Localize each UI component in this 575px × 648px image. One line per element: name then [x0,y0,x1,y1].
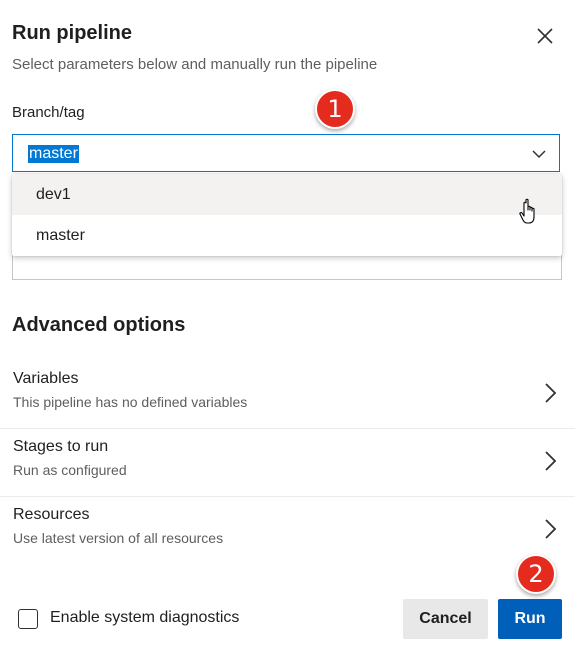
panel-title: Run pipeline [12,22,132,44]
annotation-badge-2: 2 [516,554,556,594]
run-pipeline-panel: Run pipeline Select parameters below and… [0,0,575,648]
option-row-resources[interactable]: Resources Use latest version of all reso… [0,498,575,564]
option-row-variables[interactable]: Variables This pipeline has no defined v… [0,362,575,429]
run-button[interactable]: Run [498,599,562,639]
annotation-badge-1: 1 [315,89,355,129]
hand-cursor-icon [519,198,535,224]
option-description: This pipeline has no defined variables [13,394,248,410]
option-row-stages-to-run[interactable]: Stages to run Run as configured [0,430,575,497]
option-title: Resources [13,506,90,523]
option-description: Use latest version of all resources [13,530,224,546]
branch-selected-value[interactable]: master [28,145,79,163]
system-diagnostics-label[interactable]: Enable system diagnostics [50,609,239,627]
chevron-right-icon [545,383,557,403]
option-description: Run as configured [13,462,127,478]
chevron-right-icon [545,451,557,471]
chevron-right-icon [545,519,557,539]
branch-tag-select[interactable]: master [12,134,560,172]
system-diagnostics-checkbox[interactable] [18,609,38,629]
chevron-down-icon[interactable] [531,146,547,162]
close-button[interactable] [533,24,557,48]
advanced-options-heading: Advanced options [12,314,186,336]
branch-dropdown-list: dev1 master [12,174,562,256]
option-title: Variables [13,370,79,387]
cancel-button[interactable]: Cancel [403,599,488,639]
dropdown-option-dev1[interactable]: dev1 [12,174,562,215]
option-title: Stages to run [13,438,109,455]
close-icon [537,28,553,44]
panel-subtitle: Select parameters below and manually run… [12,56,378,73]
dropdown-option-master[interactable]: master [12,215,562,256]
branch-tag-label: Branch/tag [12,104,85,121]
